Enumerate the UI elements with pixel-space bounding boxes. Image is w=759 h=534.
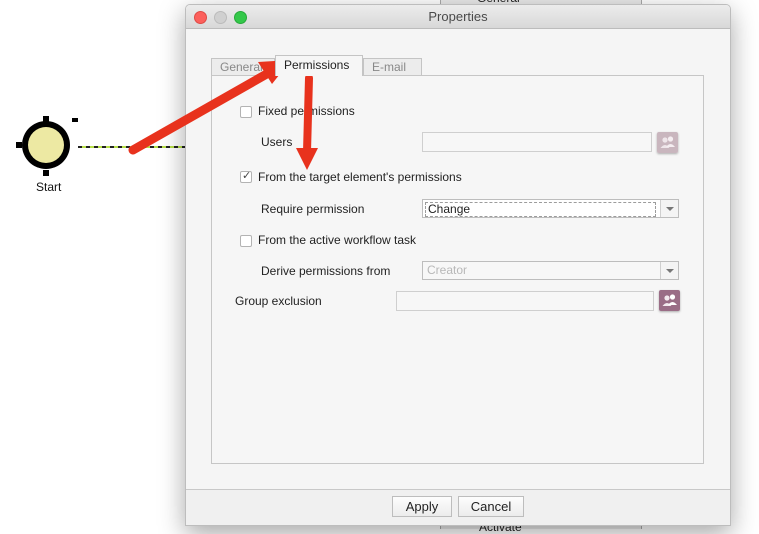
checkmark-icon: ✓ bbox=[242, 170, 252, 182]
dialog-title: Properties bbox=[428, 9, 488, 24]
target-element-permissions-label: From the target element's permissions bbox=[258, 170, 462, 184]
start-event-icon[interactable] bbox=[16, 116, 80, 180]
tab-permissions[interactable]: Permissions bbox=[275, 55, 363, 76]
users-label: Users bbox=[261, 135, 293, 149]
target-element-permissions-checkbox[interactable]: ✓ bbox=[240, 170, 252, 183]
sequence-flow-connector[interactable] bbox=[78, 146, 188, 148]
fixed-permissions-checkbox[interactable] bbox=[240, 106, 252, 118]
group-picker-button[interactable] bbox=[659, 290, 680, 311]
apply-button[interactable]: Apply bbox=[392, 496, 452, 517]
active-workflow-task-label: From the active workflow task bbox=[258, 233, 417, 247]
properties-dialog: Properties General Permissions E-mail Fi… bbox=[185, 4, 731, 526]
active-workflow-task-checkbox[interactable] bbox=[240, 235, 252, 247]
users-input[interactable] bbox=[422, 132, 652, 152]
tab-general[interactable]: General bbox=[211, 58, 275, 75]
fixed-permissions-label: Fixed permissions bbox=[258, 104, 355, 118]
chevron-down-icon[interactable] bbox=[660, 200, 678, 217]
tab-email[interactable]: E-mail bbox=[363, 58, 422, 75]
users-picker-button[interactable] bbox=[657, 132, 678, 153]
derive-permissions-label: Derive permissions from bbox=[261, 264, 391, 278]
derive-permissions-value: Creator bbox=[427, 263, 468, 277]
start-event-label: Start bbox=[36, 180, 62, 194]
cancel-button[interactable]: Cancel bbox=[458, 496, 524, 517]
require-permission-value: Change bbox=[425, 202, 656, 217]
require-permission-label: Require permission bbox=[261, 202, 365, 216]
chevron-down-icon[interactable] bbox=[660, 262, 678, 279]
require-permission-select[interactable]: Change bbox=[422, 199, 679, 218]
group-exclusion-input[interactable] bbox=[396, 291, 654, 311]
dialog-titlebar[interactable]: Properties bbox=[186, 5, 730, 29]
derive-permissions-select[interactable]: Creator bbox=[422, 261, 679, 280]
group-exclusion-label: Group exclusion bbox=[235, 294, 322, 308]
